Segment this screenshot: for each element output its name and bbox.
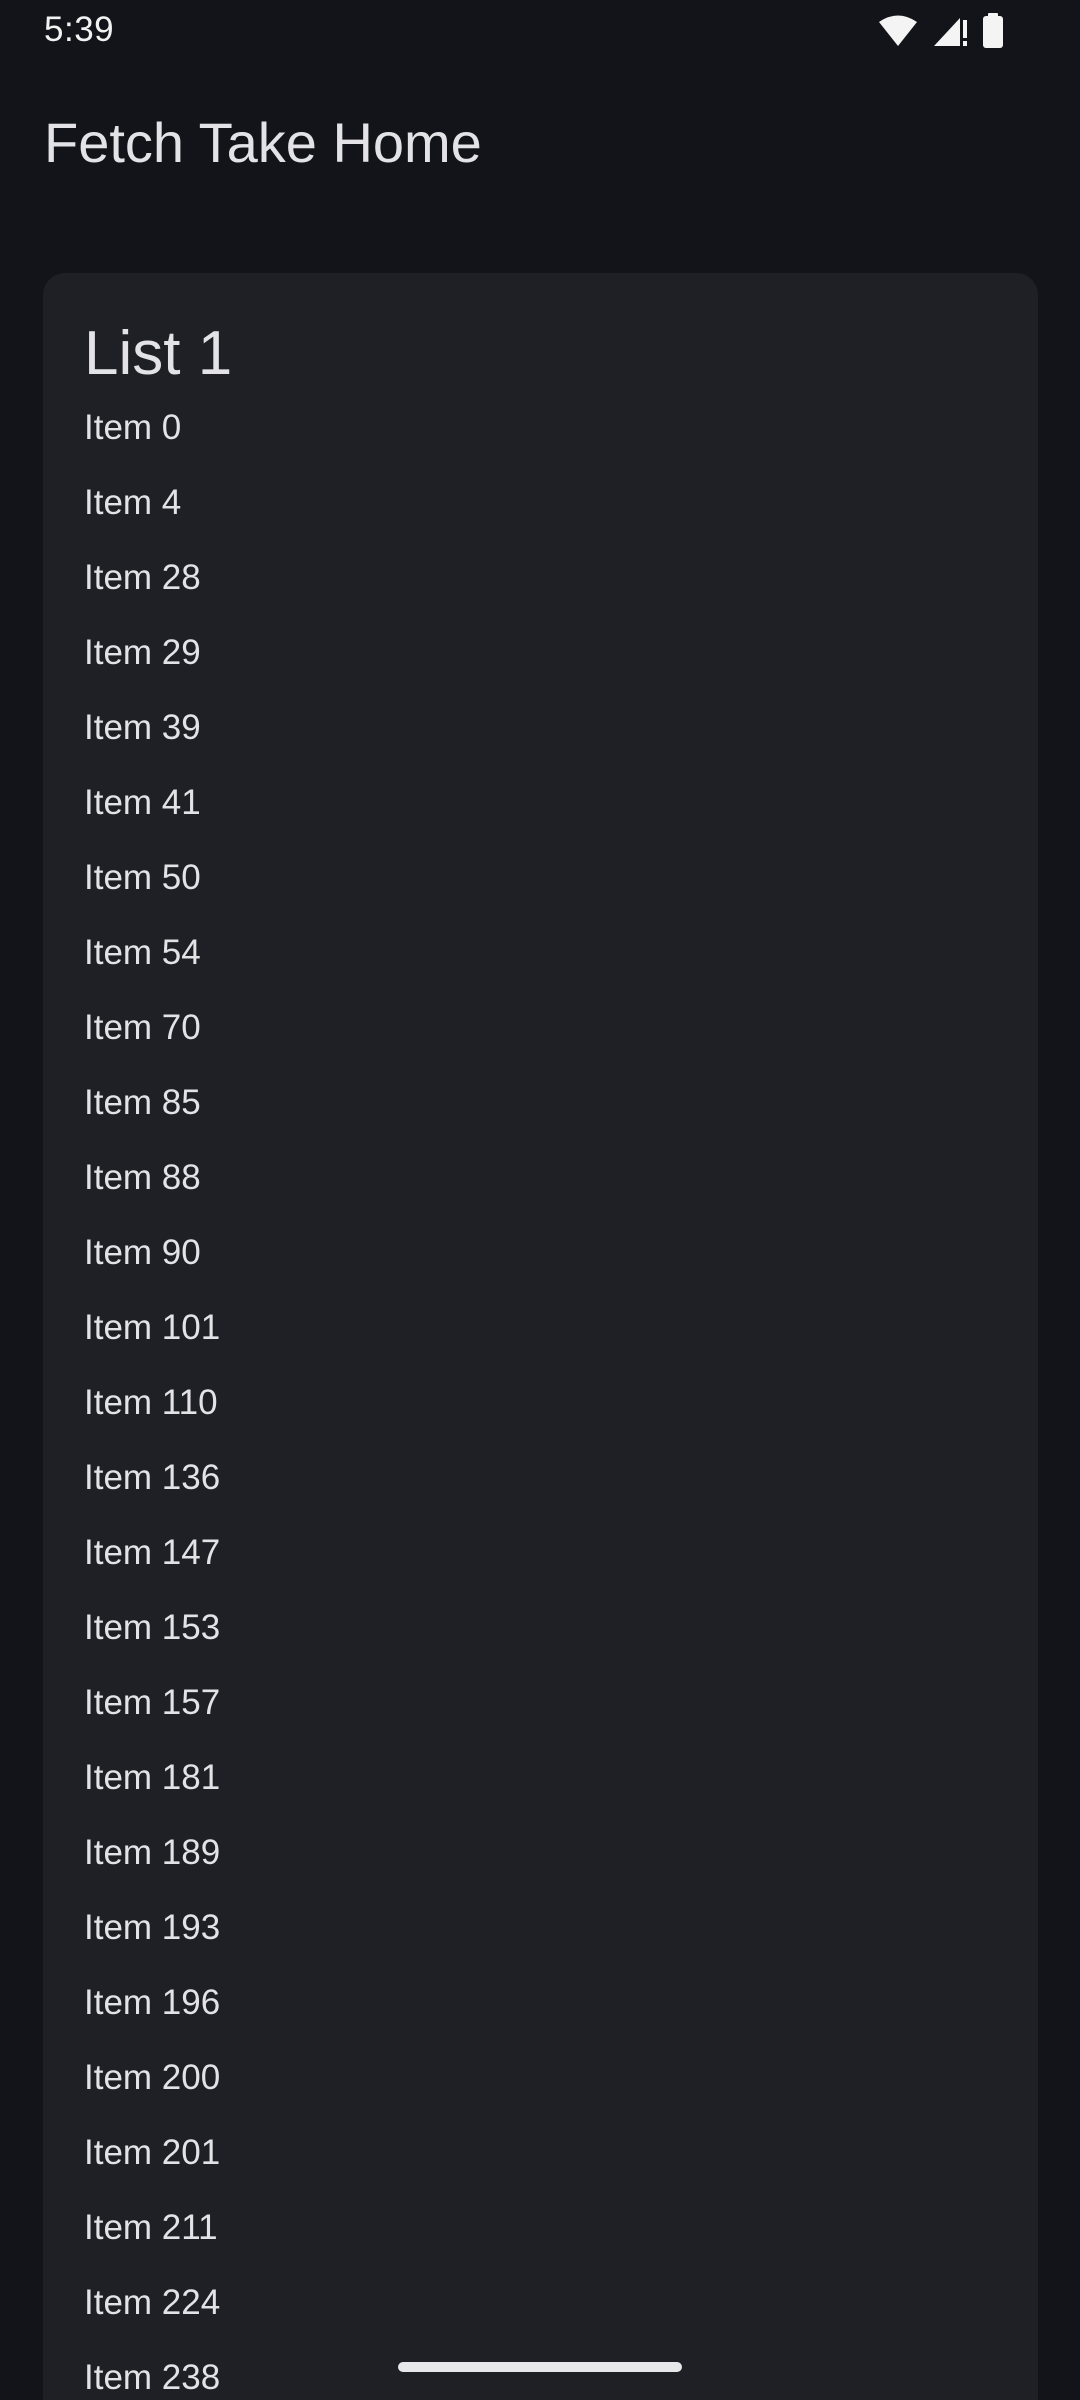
list-item: Item 238 [84,2358,221,2397]
list-item: Item 70 [84,1008,201,1047]
battery-icon [982,13,1004,49]
list-item: Item 54 [84,933,201,972]
list-item: Item 181 [84,1758,221,1797]
list-item: Item 85 [84,1083,201,1122]
list-item: Item 196 [84,1983,221,2022]
wifi-icon [878,15,918,47]
list-item: Item 0 [84,408,182,447]
list-item: Item 39 [84,708,201,747]
list-item: Item 136 [84,1458,221,1497]
list-item: Item 101 [84,1308,221,1347]
list-item: Item 153 [84,1608,221,1647]
list-item: Item 200 [84,2058,221,2097]
list-card: List 1 Item 0 Item 4 Item 28 Item 29 Item 39… [43,273,1038,2400]
list-item: Item 224 [84,2283,221,2322]
list-item: Item 211 [84,2208,218,2247]
list-item: Item 90 [84,1233,201,1272]
gesture-nav-handle[interactable] [398,2362,682,2372]
list-item: Item 157 [84,1683,221,1722]
list-item: Item 201 [84,2133,221,2172]
list-title: List 1 [84,319,233,388]
signal-icon [932,14,968,48]
list-item: Item 4 [84,483,182,522]
app-title: Fetch Take Home [44,111,482,174]
list-item: Item 41 [84,783,201,822]
list-item: Item 28 [84,558,201,597]
status-bar: 5:39 [0,0,1080,62]
list-item: Item 189 [84,1833,221,1872]
status-time: 5:39 [44,10,115,49]
list-item: Item 147 [84,1533,221,1572]
status-icons [878,12,1004,50]
app-screen: 5:39 Fetch Take Home List 1 Item 0 Item … [0,0,1080,2400]
list-item: Item 193 [84,1908,221,1947]
item-list: Item 0 Item 4 Item 28 Item 29 Item 39 Item 41… [84,410,220,2400]
list-item: Item 50 [84,858,201,897]
list-item: Item 88 [84,1158,201,1197]
list-item: Item 29 [84,633,201,672]
list-item: Item 110 [84,1383,218,1422]
